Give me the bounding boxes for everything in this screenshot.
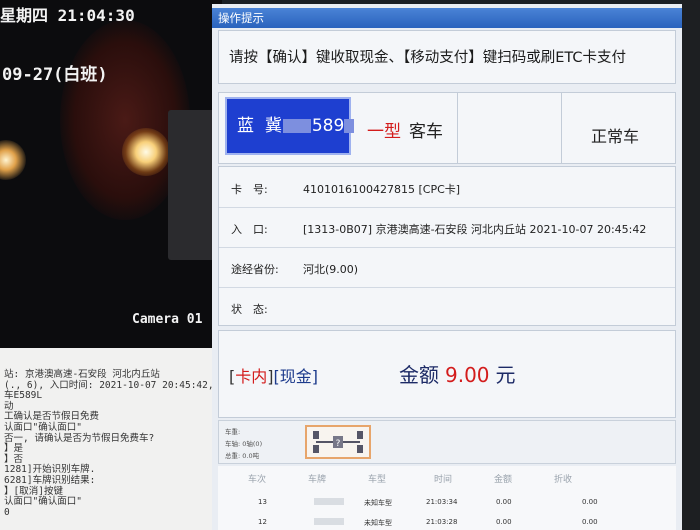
info-key: 状 态: xyxy=(231,303,268,316)
camera-feed: 星期四 21:04:30 09-27(白班) Camera 01 xyxy=(0,0,222,348)
plate-number: 589 xyxy=(311,116,345,136)
amount-display: 金额 9.00 元 xyxy=(399,359,516,388)
log-line: 认面口"确认面口" xyxy=(4,421,82,433)
table-header: 车型 xyxy=(368,475,387,485)
plate-color: 蓝 xyxy=(237,116,254,136)
operation-prompt: 请按【确认】键收取现金、【移动支付】键扫码或刷ETC卡支付 xyxy=(218,30,676,84)
panel-title: 操作提示 xyxy=(212,8,682,28)
log-line: 0 xyxy=(4,506,10,518)
cell-discount: 0.00 xyxy=(582,498,598,506)
weight-label: 车重: xyxy=(225,428,241,436)
monitor-screen: 星期四 21:04:30 09-27(白班) Camera 01 站: 京港澳高… xyxy=(0,0,700,530)
license-plate: 蓝 冀 589 xyxy=(225,97,355,155)
card-in-label: 卡内 xyxy=(235,367,268,386)
info-row-entry: 入 口: [1313-0B07] 京港澳高速-石安段 河北内丘站 2021-10… xyxy=(219,207,675,248)
info-value: 河北(9.00) xyxy=(303,263,359,276)
amount-label: 金额 xyxy=(399,363,439,387)
vehicle-class: 一型 xyxy=(367,122,401,142)
cell-discount: 0.00 xyxy=(582,518,598,526)
log-line: 6281]车牌识别结果: xyxy=(4,474,96,486)
vehicle-info: 蓝 冀 589 一型 客车 正常车 xyxy=(218,92,676,164)
vehicle-type: 一型 客车 xyxy=(367,117,443,142)
payment-panel: [卡内][现金] 金额 9.00 元 xyxy=(218,330,676,418)
info-row-provinces: 途经省份: 河北(9.00) xyxy=(219,247,675,288)
vehicle-status: 正常车 xyxy=(591,127,640,146)
total-weight-label: 总重: 0.0吨 xyxy=(225,452,260,460)
info-key: 入 口: xyxy=(231,223,268,236)
amount-value: 9.00 xyxy=(445,363,490,387)
info-value: [1313-0B07] 京港澳高速-石安段 河北内丘站 2021-10-07 2… xyxy=(303,223,647,236)
camera-datetime: 星期四 21:04:30 xyxy=(0,6,135,25)
cell-no: 13 xyxy=(258,498,267,506)
divider xyxy=(457,93,458,163)
shift-label: 09-27(白班) xyxy=(2,65,108,85)
table-header: 时间 xyxy=(434,475,453,485)
monitor-bezel xyxy=(682,0,700,530)
log-line: 车E589L xyxy=(4,390,43,402)
cell-amount: 0.00 xyxy=(496,518,512,526)
plate-redaction xyxy=(344,119,355,133)
vehicle-kind: 客车 xyxy=(409,122,443,142)
headlight-right xyxy=(122,128,170,176)
log-line: 】是 xyxy=(4,443,24,455)
currency: 元 xyxy=(495,363,516,387)
cell-amount: 0.00 xyxy=(496,498,512,506)
axle-diagram-icon: ? xyxy=(305,425,371,459)
table-header: 车牌 xyxy=(308,475,327,485)
log-line: 认面口"确认面口" xyxy=(4,496,82,508)
info-key: 卡 号: xyxy=(231,183,268,196)
axle-panel: 车重: 车轴: 0轴(0) 总重: 0.0吨 ? xyxy=(218,420,676,464)
cell-time: 21:03:34 xyxy=(426,498,458,506)
payment-type: [卡内][现金] xyxy=(229,363,318,387)
transaction-table: 车次 车牌 车型 时间 金额 折收 13 未知车型 21:03:34 0.00 … xyxy=(218,466,676,530)
cell-no: 12 xyxy=(258,518,267,526)
divider xyxy=(561,93,562,163)
plate-redaction xyxy=(314,498,344,505)
payment-method: [现金] xyxy=(273,367,319,386)
headlight-left xyxy=(0,140,26,180)
info-value: 4101016100427815 [CPC卡] xyxy=(303,183,461,196)
cell-type: 未知车型 xyxy=(364,499,392,507)
axle-label: 车轴: 0轴(0) xyxy=(225,440,263,448)
table-header: 金额 xyxy=(494,475,513,485)
cell-time: 21:03:28 xyxy=(426,518,458,526)
transaction-info: 卡 号: 4101016100427815 [CPC卡] 入 口: [1313-… xyxy=(218,166,676,326)
toll-main-panel: 操作提示 请按【确认】键收取现金、【移动支付】键扫码或刷ETC卡支付 蓝 冀 58… xyxy=(212,4,682,530)
camera-label: Camera 01 xyxy=(132,312,203,327)
info-row-card: 卡 号: 4101016100427815 [CPC卡] xyxy=(219,167,675,208)
svg-text:?: ? xyxy=(336,439,341,449)
table-header: 车次 xyxy=(248,475,267,485)
plate-prefix: 冀 xyxy=(264,116,282,136)
event-log: 站: 京港澳高速-石安段 河北内丘站 (., 6), 入口时间: 2021-10… xyxy=(0,348,225,530)
plate-redaction xyxy=(282,119,311,133)
log-line: 否一, 请确认是否为节假日免费车? xyxy=(4,432,155,444)
plate-redaction xyxy=(314,518,344,525)
table-header: 折收 xyxy=(554,475,573,485)
info-row-status: 状 态: xyxy=(219,287,675,327)
cell-type: 未知车型 xyxy=(364,519,392,527)
log-line: 站: 京港澳高速-石安段 河北内丘站 xyxy=(4,369,160,380)
info-key: 途经省份: xyxy=(231,263,279,276)
